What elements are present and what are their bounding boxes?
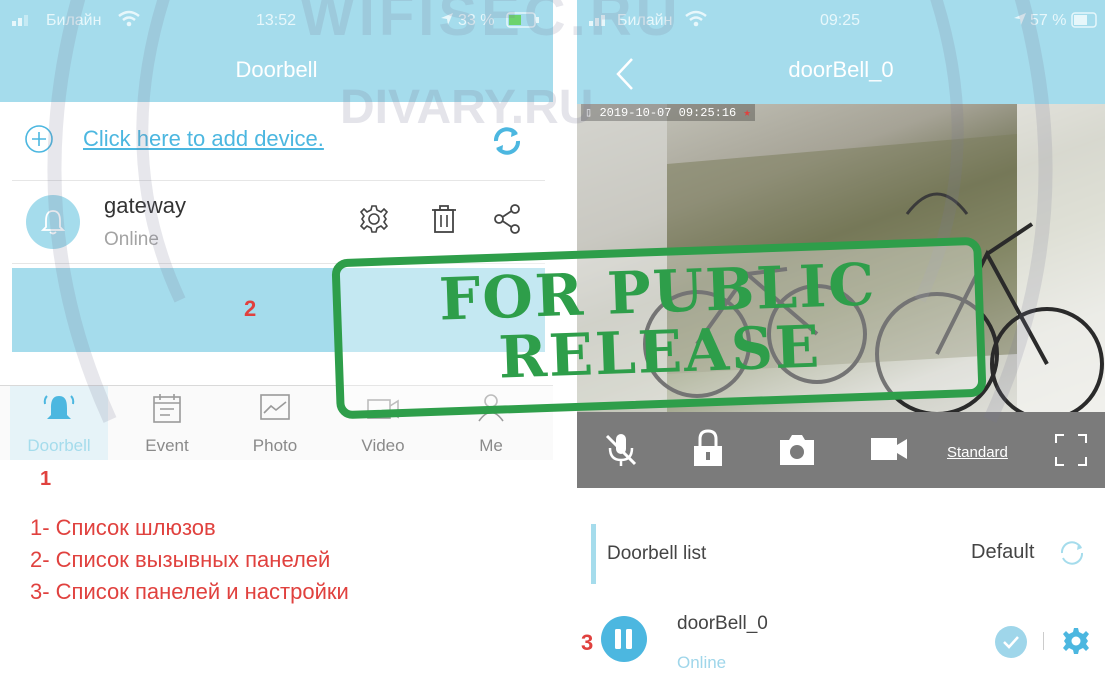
wifi-icon: [685, 10, 707, 33]
marker-1: 1: [40, 468, 52, 490]
device-settings-gear-icon[interactable]: [1061, 626, 1091, 661]
add-device-link[interactable]: Click here to add device.: [83, 126, 324, 152]
camera-snapshot-icon[interactable]: [777, 432, 817, 473]
battery-label: 57 %: [1030, 12, 1067, 29]
doorbell-list-title: Doorbell list: [607, 543, 707, 564]
recording-icon: ★: [743, 106, 751, 120]
section-accent-bar: [591, 524, 596, 584]
legend-item: 1- Список шлюзов: [30, 515, 216, 540]
video-control-bar: Standard: [577, 412, 1105, 488]
refresh-icon[interactable]: [1057, 538, 1087, 573]
for-public-release-stamp: FOR PUBLIC RELEASE: [331, 236, 987, 420]
add-device-icon[interactable]: [24, 124, 54, 159]
tab-photo-label: Photo: [252, 436, 298, 455]
legend-item: 3- Список панелей и настройки: [30, 579, 349, 604]
selected-check-icon[interactable]: [995, 626, 1027, 658]
unlock-icon[interactable]: [690, 428, 726, 473]
gateway-avatar: [26, 195, 80, 249]
location-icon: [1013, 12, 1027, 31]
page-title: doorBell_0: [788, 57, 894, 82]
record-video-icon[interactable]: [869, 434, 909, 469]
settings-gear-icon[interactable]: [358, 203, 390, 240]
fullscreen-icon[interactable]: [1053, 432, 1089, 473]
gateway-card[interactable]: gateway Online: [12, 180, 545, 264]
battery-label: 33 %: [458, 12, 495, 29]
location-icon: [440, 12, 454, 31]
signal-icon: [12, 12, 36, 31]
page-title: Doorbell: [235, 57, 318, 82]
quality-toggle[interactable]: Standard: [947, 444, 1008, 461]
device-name: doorBell_0: [677, 613, 768, 634]
status-bar: Билайн 09:25 57 %: [577, 0, 1105, 40]
tab-video-label: Video: [361, 436, 405, 455]
video-timestamp: ▯ 2019-10-07 09:25:16 ★: [581, 104, 755, 121]
carrier-label: Билайн: [46, 12, 102, 29]
trash-icon[interactable]: [430, 203, 458, 240]
tab-doorbell-label: Doorbell: [27, 436, 91, 455]
tab-event[interactable]: Event: [118, 386, 216, 460]
bell-icon: [41, 210, 65, 235]
signal-icon: [589, 12, 613, 31]
share-icon[interactable]: [492, 203, 522, 240]
stamp-text: FOR PUBLIC RELEASE: [332, 250, 986, 394]
bell-icon: [42, 392, 76, 431]
gateway-status: Online: [104, 229, 159, 250]
gateway-name: gateway: [104, 193, 186, 218]
wifi-icon: [118, 10, 140, 33]
tab-event-label: Event: [145, 436, 189, 455]
battery-icon: [506, 12, 540, 33]
refresh-icon[interactable]: [490, 124, 524, 163]
status-bar: Билайн 13:52 33 %: [0, 0, 553, 40]
sd-card-icon: ▯: [585, 106, 600, 120]
battery-icon: [1071, 12, 1101, 33]
carrier-label: Билайн: [617, 12, 673, 29]
default-label[interactable]: Default: [971, 541, 1034, 564]
pause-icon: [615, 629, 632, 649]
photo-icon: [259, 392, 291, 427]
calendar-icon: [152, 392, 182, 429]
clock-label: 09:25: [820, 12, 861, 29]
timestamp-label: 2019-10-07 09:25:16: [599, 106, 737, 120]
device-status: Online: [677, 653, 727, 672]
mic-muted-icon[interactable]: [601, 430, 641, 475]
marker-2: 2: [244, 296, 257, 321]
tab-me-label: Me: [479, 436, 503, 455]
legend-item: 2- Список вызывных панелей: [30, 547, 331, 572]
clock-label: 13:52: [256, 12, 297, 29]
device-pause-button[interactable]: [601, 616, 647, 662]
tab-photo[interactable]: Photo: [226, 386, 324, 460]
legend: 1- Список шлюзов 2- Список вызывных пане…: [30, 512, 349, 608]
row-divider: [1043, 632, 1044, 650]
marker-3: 3: [581, 630, 594, 655]
tab-doorbell[interactable]: Doorbell: [10, 386, 108, 460]
